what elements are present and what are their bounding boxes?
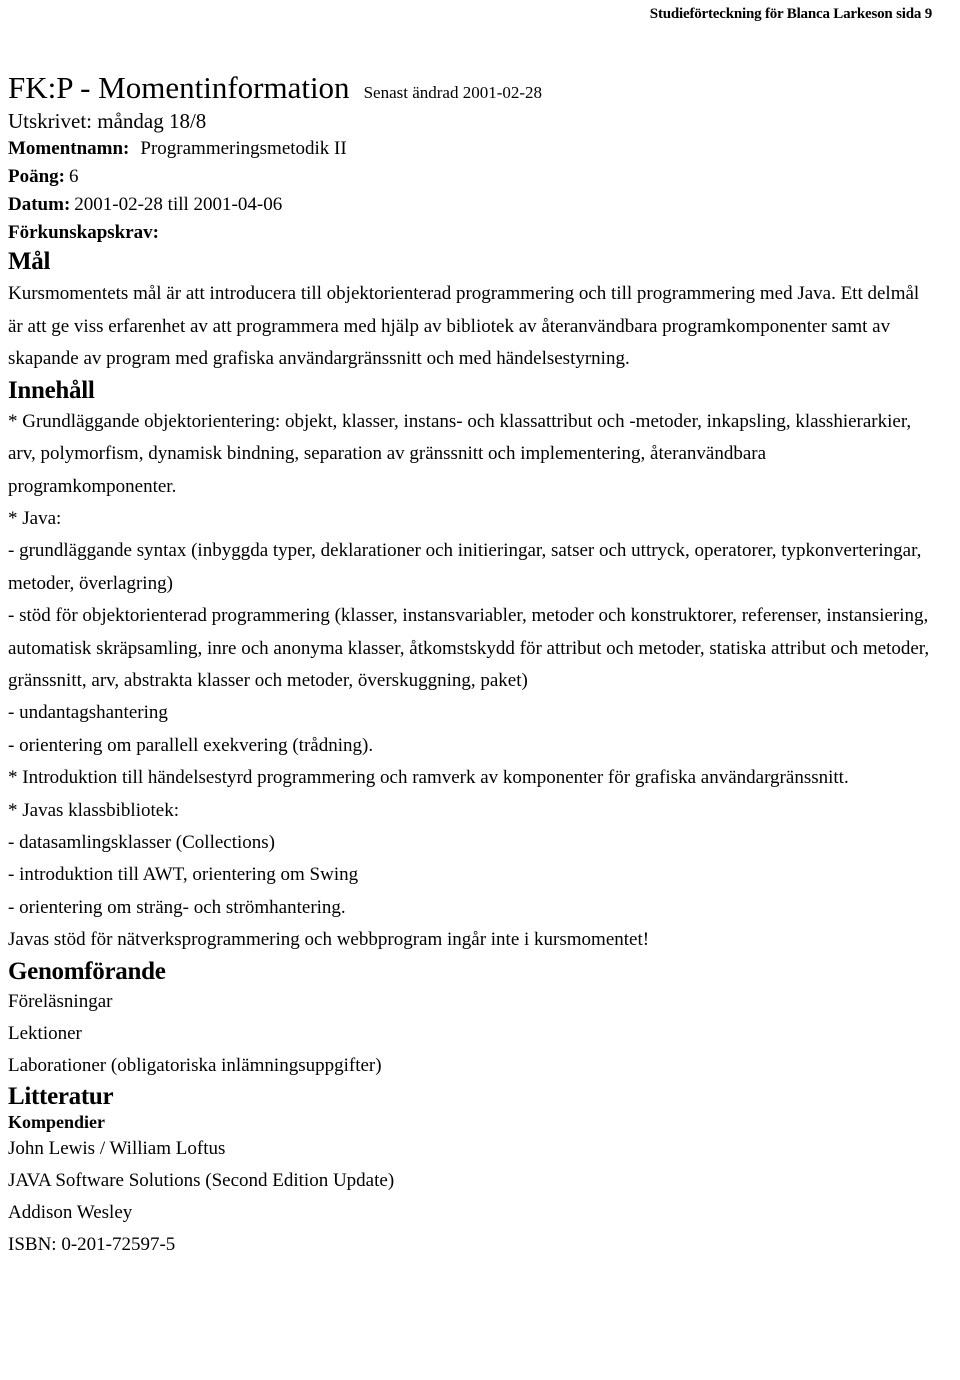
- list-item: - datasamlingsklasser (Collections): [8, 832, 275, 854]
- section-heading-mal: Mål: [8, 248, 51, 275]
- running-header: Studieförteckning för Blanca Larkeson si…: [649, 6, 932, 22]
- list-item: - introduktion till AWT, orientering om …: [8, 864, 359, 886]
- list-item: - orientering om parallell exekvering (t…: [8, 734, 374, 756]
- meta-datum-value: 2001-02-28 till 2001-04-06: [74, 194, 283, 215]
- meta-poang: Poäng: 6: [8, 163, 934, 191]
- section-heading-genomforande: Genomförande: [8, 957, 166, 985]
- meta-momentnamn-label: Momentnamn:: [8, 138, 130, 159]
- meta-forkunskapskrav-label: Förkunskapskrav:: [8, 222, 159, 243]
- reference-title: JAVA Software Solutions (Second Edition …: [8, 1169, 395, 1191]
- reference-authors: John Lewis / William Loftus: [8, 1137, 226, 1159]
- innehall-gui-line: * Introduktion till händelsestyrd progra…: [8, 767, 849, 789]
- mal-paragraph: Kursmomentets mål är att introducera til…: [8, 283, 920, 369]
- innehall-java-heading: * Java:: [8, 508, 62, 529]
- meta-poang-value: 6: [69, 166, 79, 187]
- list-item: - stöd för objektorienterad programmerin…: [8, 605, 930, 692]
- list-item: Lektioner: [8, 1022, 82, 1044]
- list-item: - grundläggande syntax (inbyggda typer, …: [8, 540, 922, 594]
- innehall-note: Javas stöd för nätverksprogrammering och…: [8, 929, 650, 951]
- title-row: FK:P - Momentinformation Senast ändrad 2…: [8, 71, 934, 105]
- meta-datum-label: Datum:: [8, 194, 71, 215]
- document-page: Studieförteckning för Blanca Larkeson si…: [0, 0, 960, 1380]
- list-item: - orientering om sträng- och strömhanter…: [8, 896, 346, 918]
- meta-datum: Datum: 2001-02-28 till 2001-04-06: [8, 191, 934, 219]
- section-heading-innehall: Innehåll: [8, 376, 95, 404]
- meta-poang-label: Poäng:: [8, 166, 65, 187]
- sub-heading-kompendier: Kompendier: [8, 1111, 105, 1132]
- list-item: - undantagshantering: [8, 702, 168, 724]
- last-modified-label: Senast ändrad 2001-02-28: [363, 83, 543, 102]
- meta-momentnamn-value: Programmeringsmetodik II: [140, 138, 347, 159]
- printed-date-line: Utskrivet: måndag 18/8: [8, 109, 207, 133]
- list-item: Föreläsningar: [8, 990, 113, 1012]
- section-heading-litteratur: Litteratur: [8, 1082, 114, 1110]
- reference-publisher: Addison Wesley: [8, 1201, 133, 1223]
- reference-isbn: ISBN: 0-201-72597-5: [8, 1233, 176, 1255]
- page-title: FK:P - Momentinformation: [8, 70, 350, 105]
- innehall-oo-paragraph: * Grundläggande objektorientering: objek…: [8, 410, 912, 497]
- innehall-klassbibliotek-heading: * Javas klassbibliotek:: [8, 799, 179, 821]
- meta-momentnamn: Momentnamn: Programmeringsmetodik II: [8, 135, 934, 163]
- list-item: Laborationer (obligatoriska inlämningsup…: [8, 1054, 382, 1076]
